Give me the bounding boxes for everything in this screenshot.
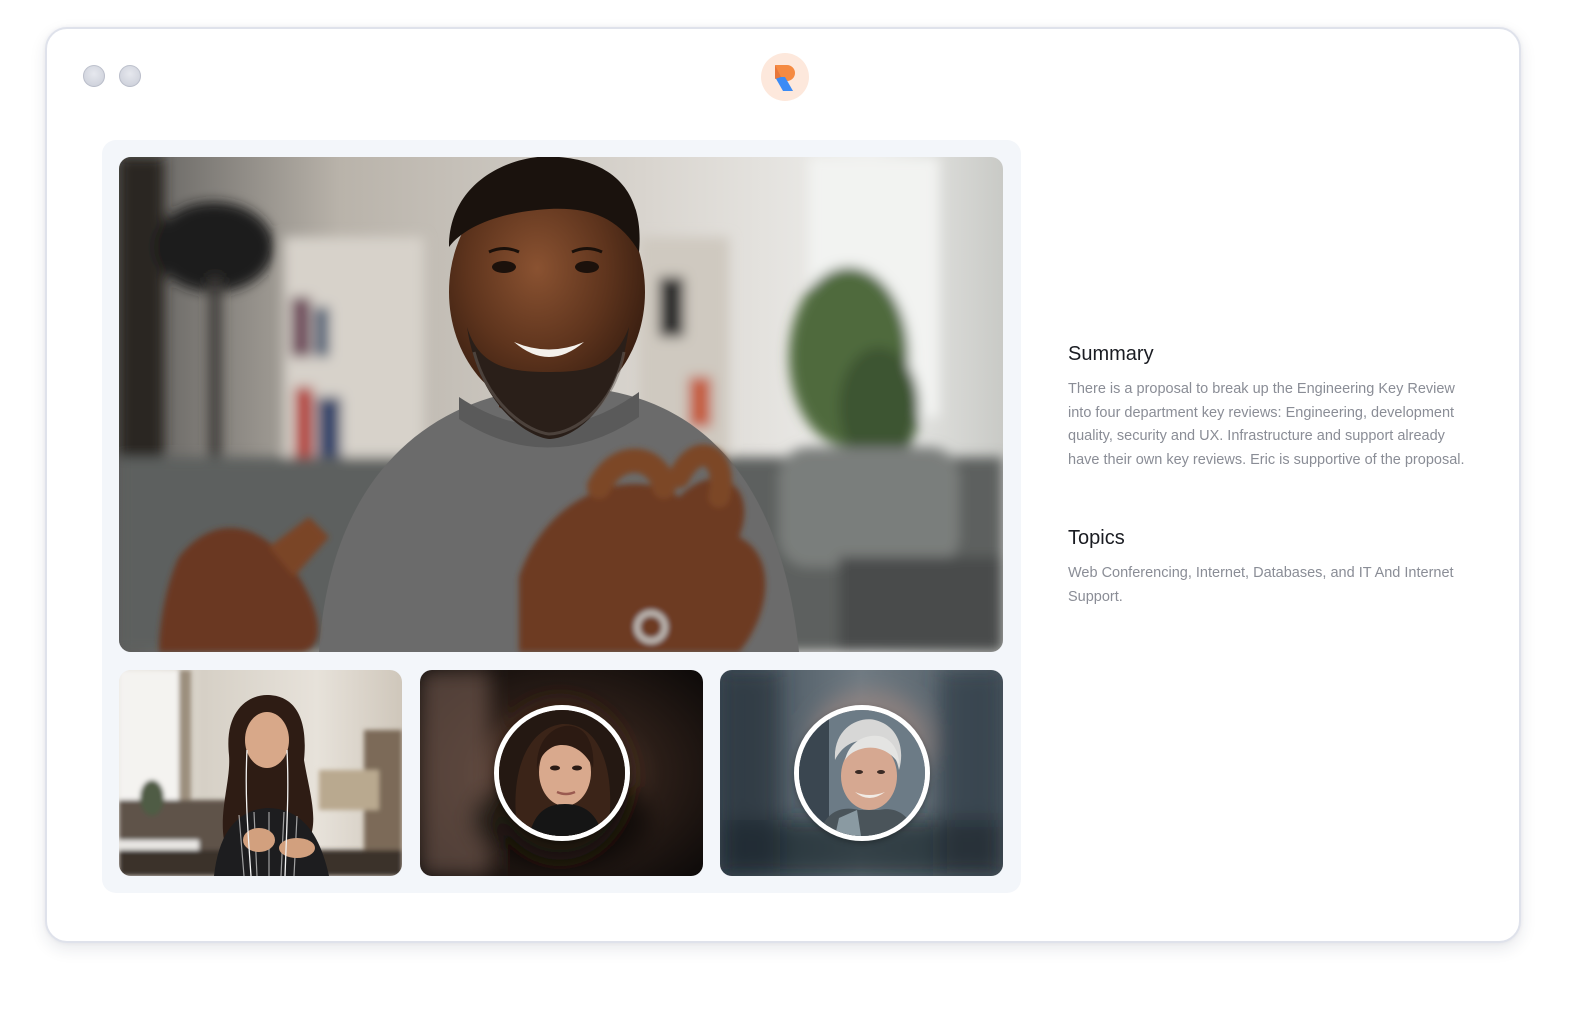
window-control-button[interactable] [83, 65, 105, 87]
participant-avatar-2[interactable] [420, 670, 703, 876]
summary-section: Summary There is a proposal to break up … [1068, 342, 1478, 472]
window-control-button[interactable] [119, 65, 141, 87]
participant-avatar-3[interactable] [720, 670, 1003, 876]
main-speaker-video[interactable] [119, 157, 1003, 652]
topics-text: Web Conferencing, Internet, Databases, a… [1068, 565, 1454, 605]
meeting-insights-panel: Summary There is a proposal to break up … [1068, 342, 1478, 610]
summary-text: There is a proposal to break up the Engi… [1068, 381, 1465, 468]
avatar [794, 705, 930, 841]
participant-video-1[interactable] [119, 670, 402, 876]
rewatch-logo-icon [761, 53, 809, 101]
app-window: Summary There is a proposal to break up … [45, 27, 1521, 943]
video-call-stage [102, 140, 1021, 893]
avatar [494, 705, 630, 841]
topics-section: Topics Web Conferencing, Internet, Datab… [1068, 526, 1478, 609]
topics-title: Topics [1068, 527, 1125, 550]
summary-title: Summary [1068, 343, 1154, 365]
